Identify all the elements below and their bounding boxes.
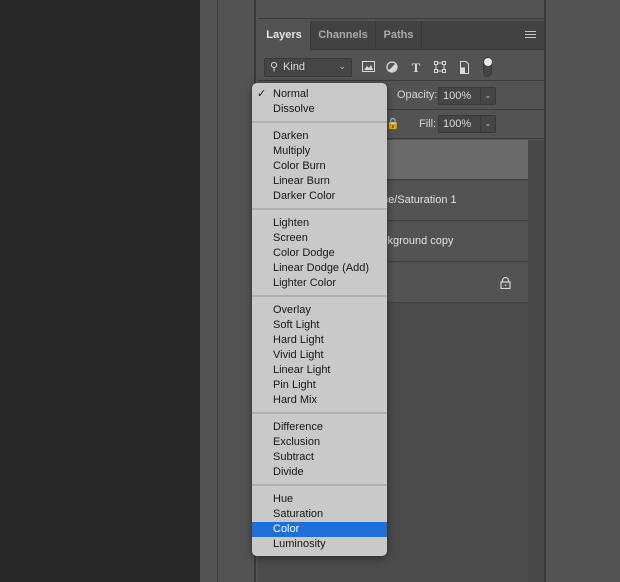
kind-filter-select[interactable]: ⚲ Kind ⌄ <box>264 58 352 77</box>
panel-dock-column <box>219 0 256 582</box>
photoshop-workspace: Layers Channels Paths ⚲ Kind ⌄ T Opacity… <box>0 0 620 582</box>
blend-mode-option[interactable]: Darker Color <box>252 189 387 204</box>
blend-mode-option[interactable]: Color <box>252 522 387 537</box>
blend-mode-label: Color Dodge <box>273 247 335 259</box>
smart-object-filter-icon[interactable] <box>457 61 471 75</box>
blend-mode-label: Difference <box>273 421 323 433</box>
blend-mode-option[interactable]: Hard Mix <box>252 393 387 408</box>
blend-mode-option[interactable]: Multiply <box>252 144 387 159</box>
menu-separator <box>252 295 387 297</box>
menu-separator <box>252 484 387 486</box>
blend-mode-option[interactable]: Color Burn <box>252 159 387 174</box>
blend-mode-label: Soft Light <box>273 319 320 331</box>
blend-mode-label: Color <box>273 523 300 535</box>
right-dock-area <box>544 0 620 582</box>
adjustment-filter-icon[interactable] <box>385 61 399 75</box>
blend-mode-label: Subtract <box>273 451 314 463</box>
type-filter-icon[interactable]: T <box>409 61 423 75</box>
blend-mode-label: Linear Burn <box>273 175 330 187</box>
tab-layers[interactable]: Layers <box>258 21 311 51</box>
blend-mode-dropdown-menu[interactable]: ✓ Normal Dissolve Darken Multiply Color Burn L… <box>252 83 387 556</box>
blend-mode-option[interactable]: ✓ Normal <box>252 87 387 102</box>
blend-mode-label: Hard Light <box>273 334 324 346</box>
blend-mode-label: Screen <box>273 232 308 244</box>
blend-mode-label: Linear Dodge (Add) <box>273 262 370 274</box>
opacity-value: 100% <box>443 90 472 102</box>
menu-separator <box>252 121 387 123</box>
tab-channels[interactable]: Channels <box>311 21 376 50</box>
filter-toggle-icon[interactable] <box>483 57 492 77</box>
blend-mode-label: Divide <box>273 466 304 478</box>
blend-mode-option[interactable]: Divide <box>252 465 387 480</box>
blend-mode-label: Lighter Color <box>273 277 336 289</box>
blend-mode-label: Hard Mix <box>273 394 318 406</box>
shape-filter-icon[interactable] <box>433 61 447 75</box>
blend-mode-label: Vivid Light <box>273 349 324 361</box>
blend-mode-option[interactable]: Overlay <box>252 303 387 318</box>
blend-mode-option[interactable]: Luminosity <box>252 537 387 552</box>
blend-mode-label: Multiply <box>273 145 311 157</box>
canvas-area <box>0 0 200 582</box>
kind-label: Kind <box>283 61 306 73</box>
fill-input[interactable]: 100% ⌄ <box>438 115 496 133</box>
blend-mode-label: Normal <box>273 88 309 100</box>
blend-mode-label: Color Burn <box>273 160 326 172</box>
blend-mode-option[interactable]: Pin Light <box>252 378 387 393</box>
layer-name: ue/Saturation 1 <box>382 194 457 206</box>
chevron-down-icon[interactable]: ⌄ <box>480 116 495 132</box>
blend-mode-option[interactable]: Soft Light <box>252 318 387 333</box>
fill-value: 100% <box>443 118 472 130</box>
panel-tabbar: Layers Channels Paths <box>258 21 544 51</box>
blend-mode-label: Saturation <box>273 508 324 520</box>
blend-mode-label: Pin Light <box>273 379 316 391</box>
blend-mode-option[interactable]: Subtract <box>252 450 387 465</box>
blend-mode-option[interactable]: Color Dodge <box>252 246 387 261</box>
panel-top-strip <box>258 0 544 19</box>
opacity-input[interactable]: 100% ⌄ <box>438 87 496 105</box>
menu-separator <box>252 208 387 210</box>
blend-mode-option[interactable]: Hue <box>252 492 387 507</box>
lock-icon[interactable]: 🔒 <box>386 117 400 130</box>
blend-mode-option[interactable]: Lighten <box>252 216 387 231</box>
blend-mode-option[interactable]: Linear Burn <box>252 174 387 189</box>
blend-mode-label: Linear Light <box>273 364 331 376</box>
layer-lock-icon <box>500 276 511 294</box>
blend-mode-option[interactable]: Hard Light <box>252 333 387 348</box>
blend-mode-option[interactable]: Lighter Color <box>252 276 387 291</box>
blend-mode-label: Exclusion <box>273 436 321 448</box>
blend-mode-label: Darken <box>273 130 309 142</box>
image-filter-icon[interactable] <box>361 61 375 75</box>
chevron-down-icon: ⌄ <box>338 61 346 71</box>
blend-mode-option[interactable]: Linear Light <box>252 363 387 378</box>
blend-mode-option[interactable]: Difference <box>252 420 387 435</box>
layers-scrollbar[interactable] <box>528 140 544 582</box>
blend-mode-label: Darker Color <box>273 190 336 202</box>
blend-mode-label: Lighten <box>273 217 310 229</box>
blend-mode-option[interactable]: Vivid Light <box>252 348 387 363</box>
filter-bar: ⚲ Kind ⌄ T <box>258 51 544 81</box>
blend-mode-label: Dissolve <box>273 103 315 115</box>
layer-name: ckground copy <box>382 235 454 247</box>
chevron-down-icon[interactable]: ⌄ <box>480 88 495 104</box>
opacity-label: Opacity: <box>397 89 438 101</box>
blend-mode-option[interactable]: Exclusion <box>252 435 387 450</box>
fill-label: Fill: <box>419 118 437 130</box>
hamburger-menu-icon[interactable] <box>525 31 536 40</box>
checkmark-icon: ✓ <box>257 88 267 100</box>
blend-mode-option[interactable]: Saturation <box>252 507 387 522</box>
blend-mode-option[interactable]: Darken <box>252 129 387 144</box>
blend-mode-label: Overlay <box>273 304 311 316</box>
blend-mode-label: Hue <box>273 493 294 505</box>
menu-separator <box>252 412 387 414</box>
panel-dock-strip <box>200 0 218 582</box>
tab-paths[interactable]: Paths <box>376 21 422 50</box>
blend-mode-option[interactable]: Linear Dodge (Add) <box>252 261 387 276</box>
blend-mode-option[interactable]: Dissolve <box>252 102 387 117</box>
blend-mode-label: Luminosity <box>273 538 326 550</box>
blend-mode-option[interactable]: Screen <box>252 231 387 246</box>
search-icon: ⚲ <box>270 61 279 73</box>
